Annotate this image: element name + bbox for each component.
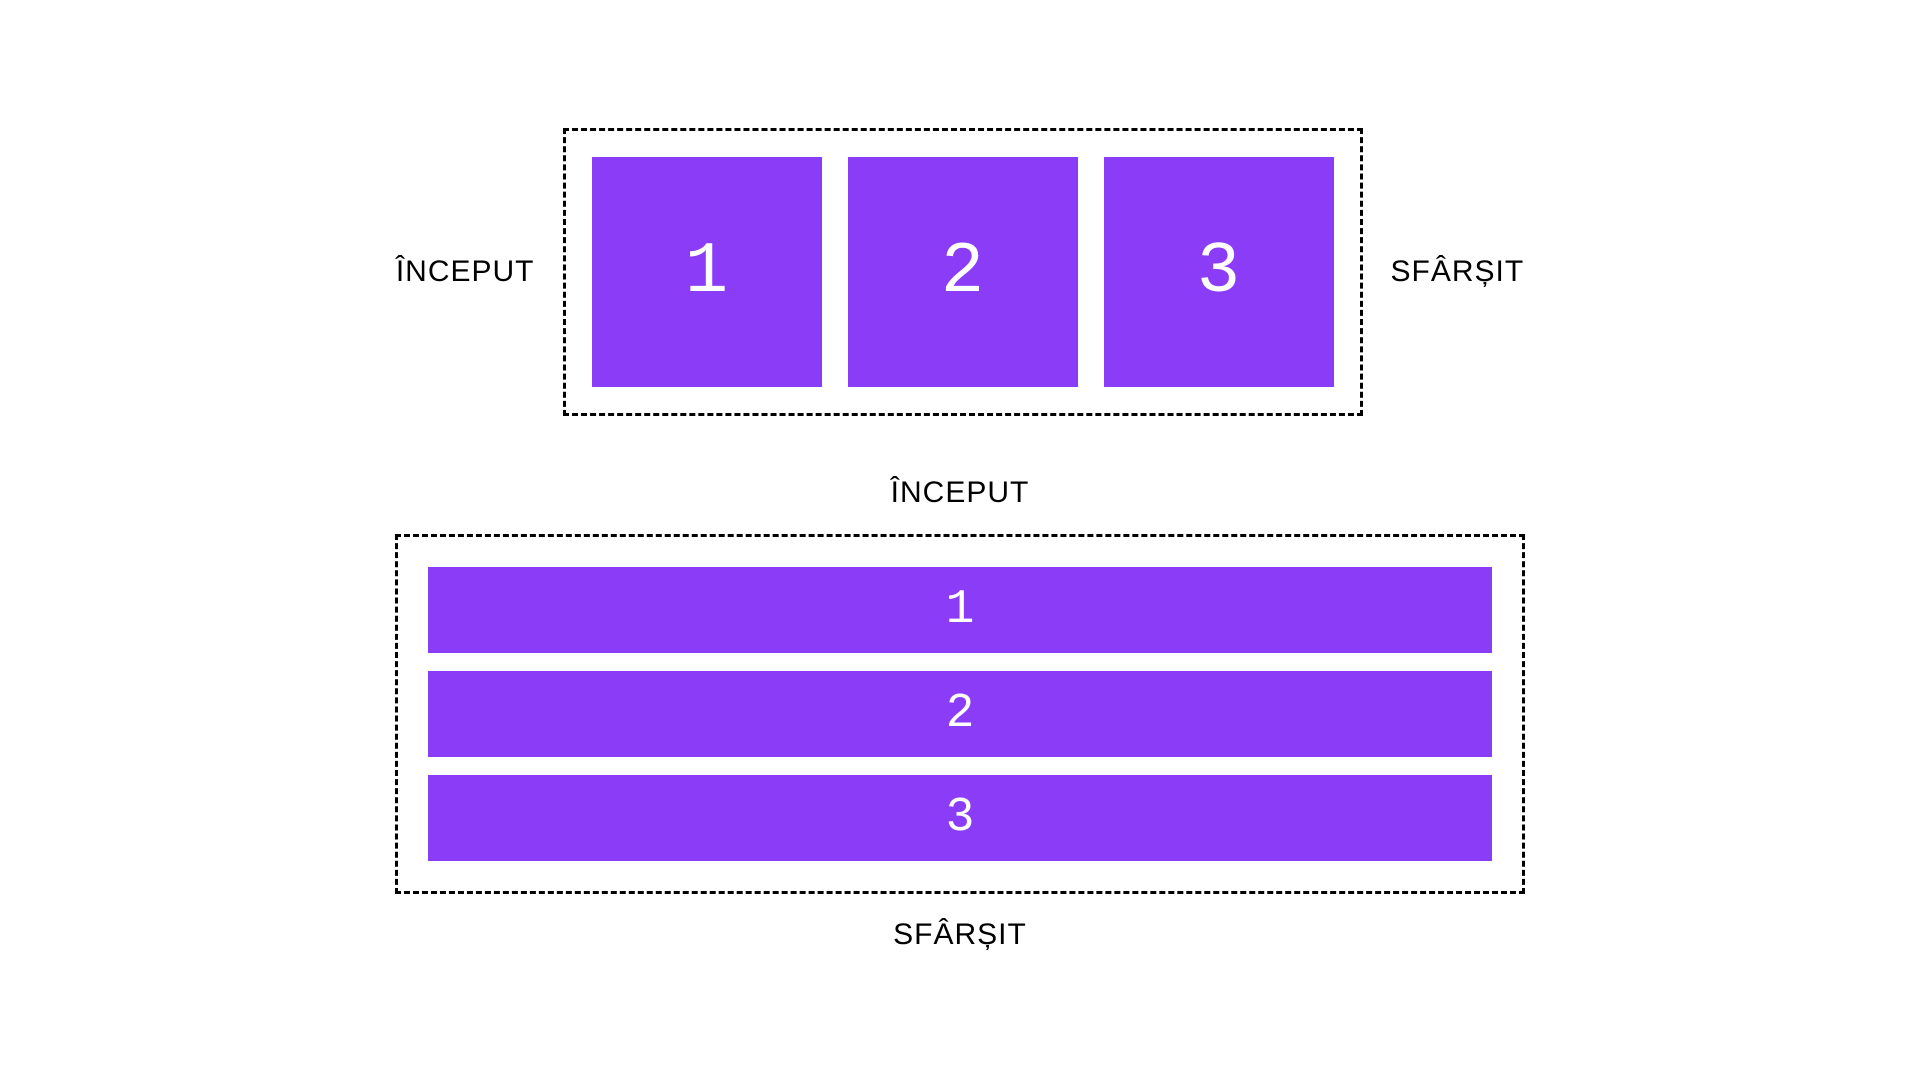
col-container: 1 2 3 — [395, 534, 1525, 894]
col-start-label: ÎNCEPUT — [891, 476, 1030, 510]
row-container: 1 2 3 — [563, 128, 1363, 416]
row-item-2: 2 — [848, 157, 1078, 387]
row-item-3: 3 — [1104, 157, 1334, 387]
row-start-label: ÎNCEPUT — [396, 255, 535, 289]
row-item-1: 1 — [592, 157, 822, 387]
col-diagram: ÎNCEPUT 1 2 3 SFÂRȘIT — [395, 476, 1525, 952]
row-end-label: SFÂRȘIT — [1391, 255, 1525, 289]
col-item-3: 3 — [428, 775, 1492, 861]
row-diagram: ÎNCEPUT 1 2 3 SFÂRȘIT — [396, 128, 1524, 416]
col-item-2: 2 — [428, 671, 1492, 757]
col-item-1: 1 — [428, 567, 1492, 653]
col-end-label: SFÂRȘIT — [893, 918, 1027, 952]
